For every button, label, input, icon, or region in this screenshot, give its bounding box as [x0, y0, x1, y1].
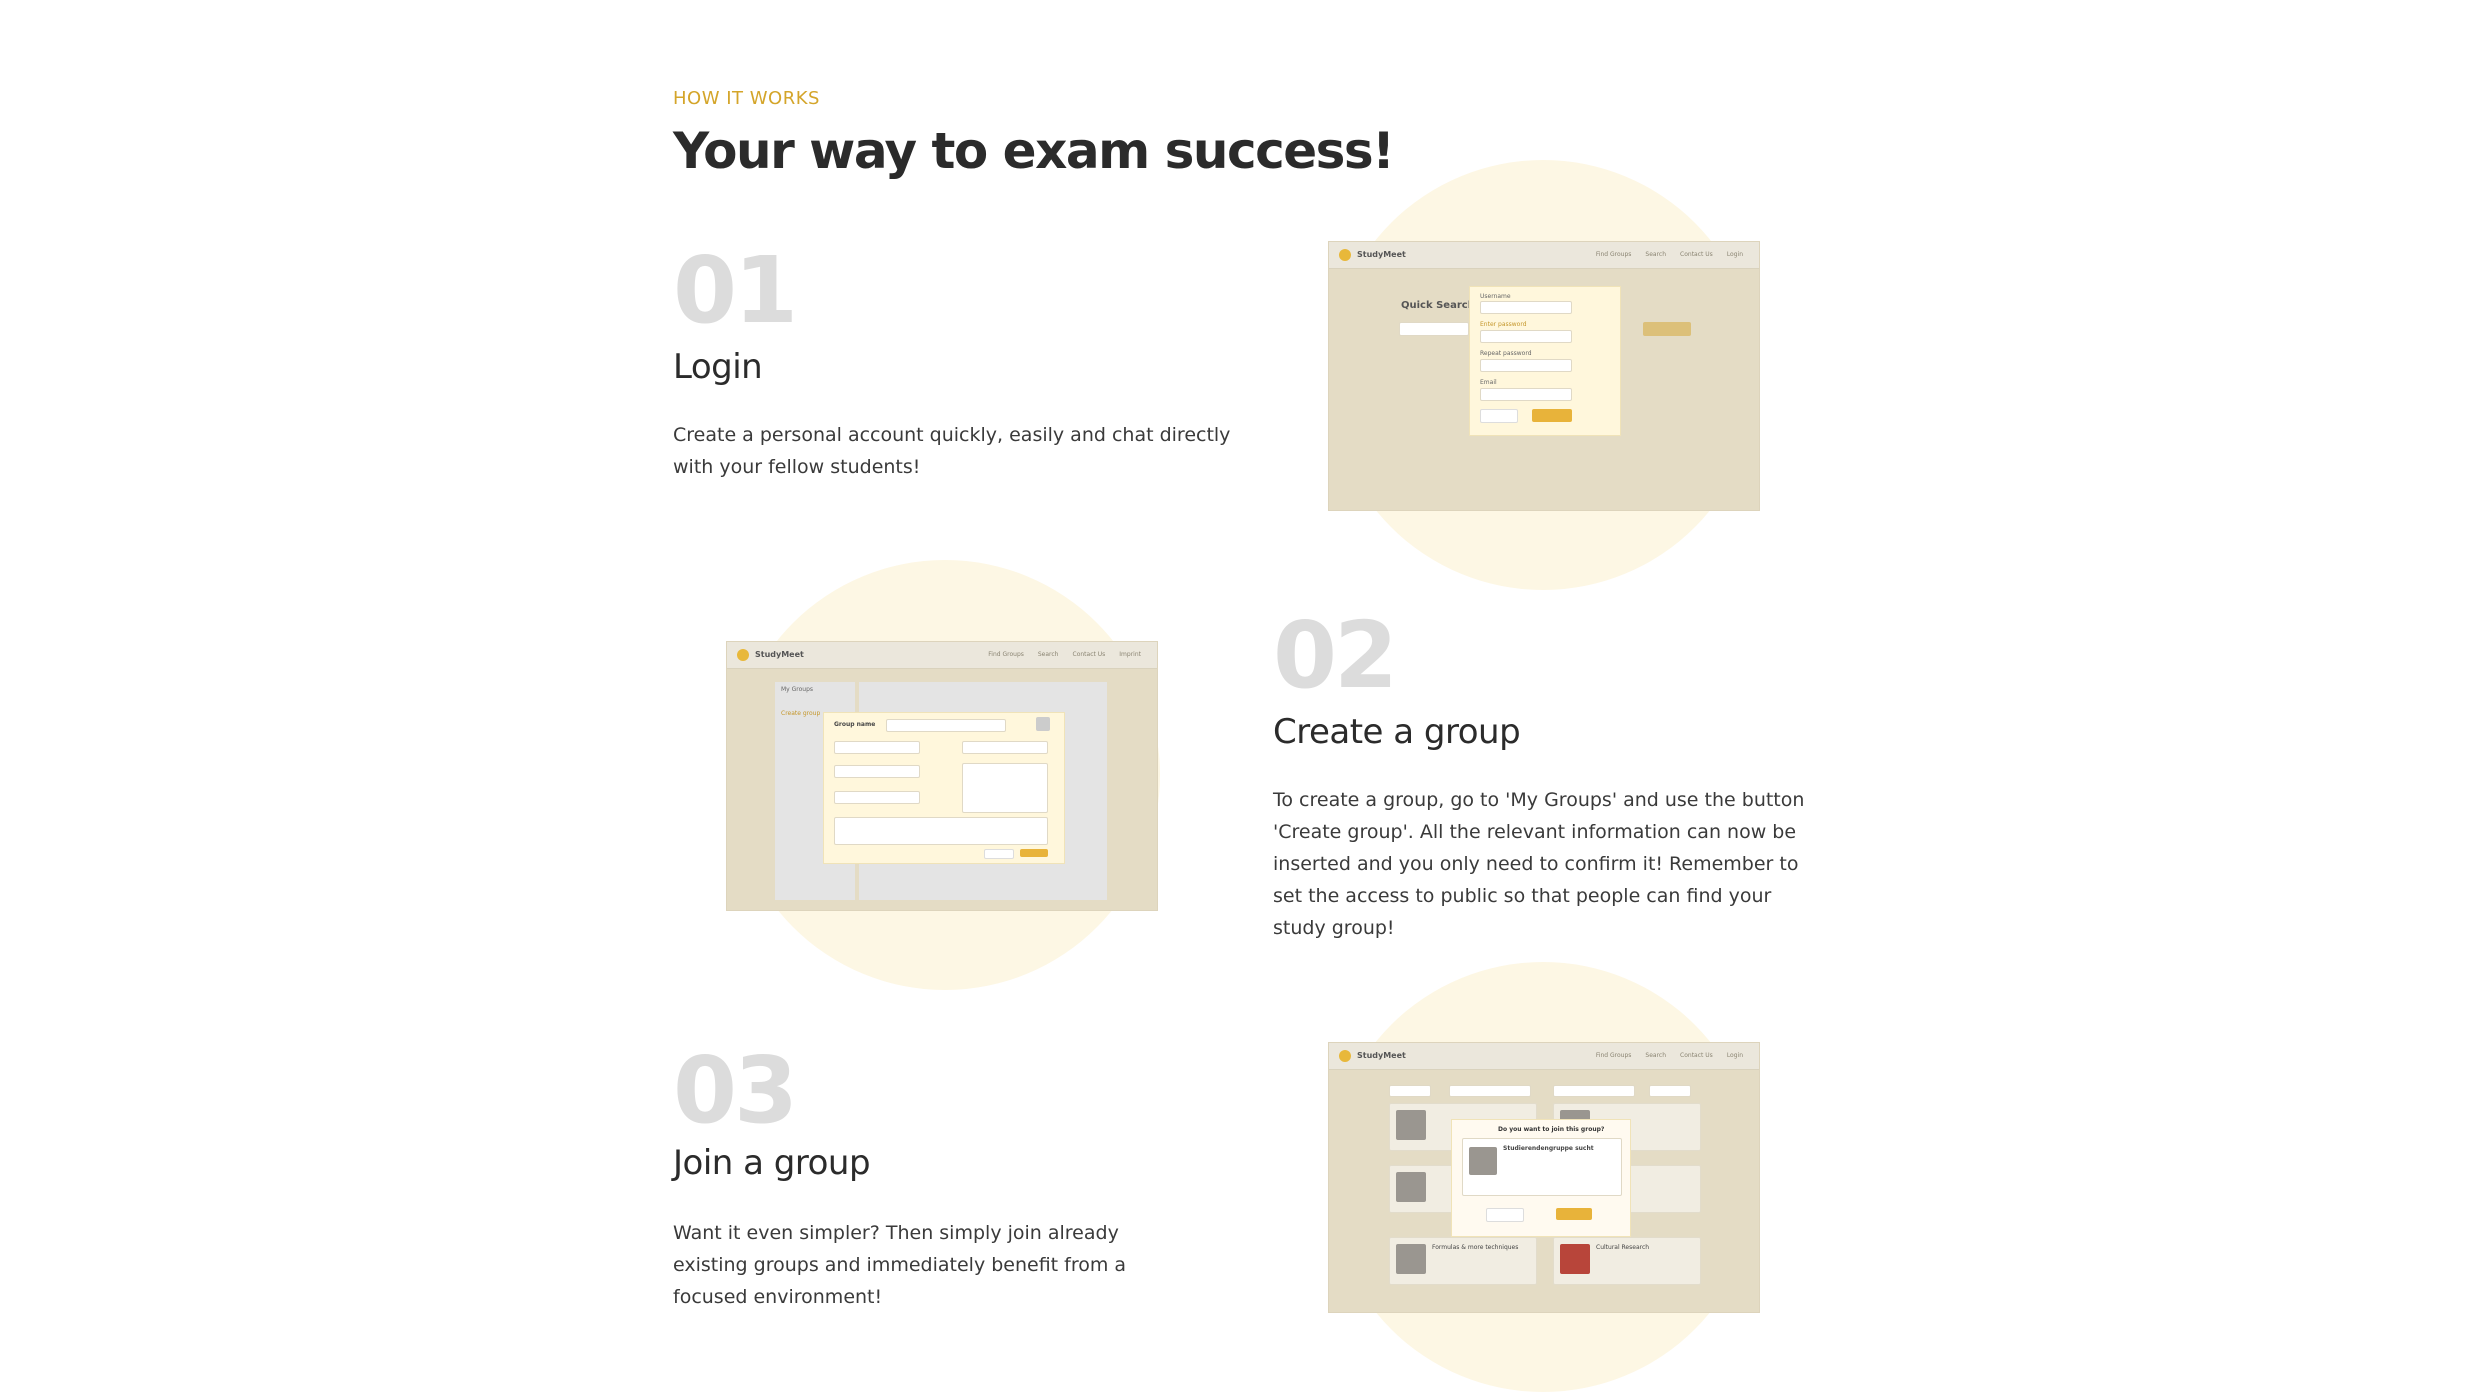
- password-field: [1480, 330, 1572, 343]
- course-select: [834, 741, 920, 754]
- email-label: Email: [1480, 379, 1497, 386]
- logo-text: StudyMeet: [1357, 250, 1406, 259]
- create-button: [1020, 849, 1048, 857]
- create-group-link: Create group: [781, 710, 821, 717]
- join-dialog-body: Studierendengruppe sucht: [1462, 1138, 1622, 1196]
- screenshot-navbar: StudyMeet Find Groups Search Contact Us Log…: [1329, 1043, 1759, 1070]
- join-group-screenshot: StudyMeet Find Groups Search Contact Us Log…: [1329, 1043, 1759, 1312]
- password-label: Enter password: [1480, 321, 1527, 328]
- screenshot-nav-links: Find Groups Search Contact Us Imprint: [988, 651, 1141, 658]
- register-button: [1532, 409, 1572, 422]
- logo-text: StudyMeet: [1357, 1051, 1406, 1060]
- frequency-field: [834, 791, 920, 804]
- logo-text: StudyMeet: [755, 650, 804, 659]
- filter-select: [1389, 1085, 1431, 1097]
- join-button: [1556, 1208, 1592, 1220]
- join-dialog-group-name: Studierendengruppe sucht: [1503, 1145, 1594, 1152]
- extended-filter: [1649, 1085, 1691, 1097]
- login-screenshot: StudyMeet Find Groups Search Contact Us Log…: [1329, 242, 1759, 510]
- step-text-3: Want it even simpler? Then simply join a…: [673, 1222, 1127, 1308]
- group-card: Cultural Research: [1553, 1237, 1701, 1285]
- my-groups-label: My Groups: [781, 686, 814, 693]
- group-type-select: [962, 741, 1048, 754]
- logo-icon: [1339, 1050, 1351, 1062]
- step-title-1: Login: [673, 347, 763, 387]
- screenshot-navbar: StudyMeet Find Groups Search Contact Us Imp…: [727, 642, 1157, 669]
- cancel-button: [1486, 1208, 1524, 1222]
- group-name-field: [886, 719, 1006, 732]
- group-type-filter: [1553, 1085, 1635, 1097]
- group-card-title: Cultural Research: [1596, 1244, 1650, 1251]
- join-dialog-title: Do you want to join this group?: [1498, 1126, 1605, 1133]
- screenshot-nav-links: Find Groups Search Contact Us Login: [1595, 251, 1743, 258]
- repeat-password-label: Repeat password: [1480, 350, 1532, 357]
- cancel-button: [1480, 409, 1518, 423]
- group-card: Formulas & more techniques: [1389, 1237, 1537, 1285]
- course-filter: [1449, 1085, 1531, 1097]
- step-number-3: 03: [673, 1037, 798, 1144]
- quick-search-field: [1399, 322, 1469, 336]
- logo-icon: [737, 649, 749, 661]
- step-number-2: 02: [1273, 602, 1398, 709]
- step-text-1: Create a personal account quickly, easil…: [673, 424, 1231, 478]
- screenshot-navbar: StudyMeet Find Groups Search Contact Us Log…: [1329, 242, 1759, 269]
- quick-search-label: Quick Search: [1401, 300, 1475, 311]
- username-field: [1480, 301, 1572, 314]
- description-field: [834, 817, 1048, 845]
- username-label: Username: [1480, 293, 1511, 300]
- cancel-button: [984, 849, 1014, 859]
- step-text-2: To create a group, go to 'My Groups' and…: [1273, 789, 1805, 939]
- location-field: [834, 765, 920, 778]
- step-number-1: 01: [673, 237, 798, 344]
- section-title: Your way to exam success!: [673, 122, 1395, 180]
- step-title-2: Create a group: [1273, 712, 1521, 752]
- group-name-label: Group name: [834, 721, 876, 728]
- email-field: [1480, 388, 1572, 401]
- group-card-title: Formulas & more techniques: [1432, 1244, 1519, 1251]
- repeat-password-field: [1480, 359, 1572, 372]
- access-options: [962, 763, 1048, 813]
- register-modal: Username Enter password Repeat password …: [1469, 286, 1621, 436]
- join-group-dialog: Do you want to join this group? Studiere…: [1451, 1119, 1631, 1237]
- create-group-modal: Group name: [823, 712, 1065, 864]
- logo-icon: [1339, 249, 1351, 261]
- step-title-3: Join a group: [673, 1143, 871, 1183]
- group-image-placeholder: [1036, 717, 1050, 731]
- quick-search-button: [1643, 322, 1691, 336]
- section-eyebrow: HOW IT WORKS: [673, 88, 820, 109]
- screenshot-nav-links: Find Groups Search Contact Us Login: [1595, 1052, 1743, 1059]
- create-group-screenshot: StudyMeet Find Groups Search Contact Us Imp…: [727, 642, 1157, 910]
